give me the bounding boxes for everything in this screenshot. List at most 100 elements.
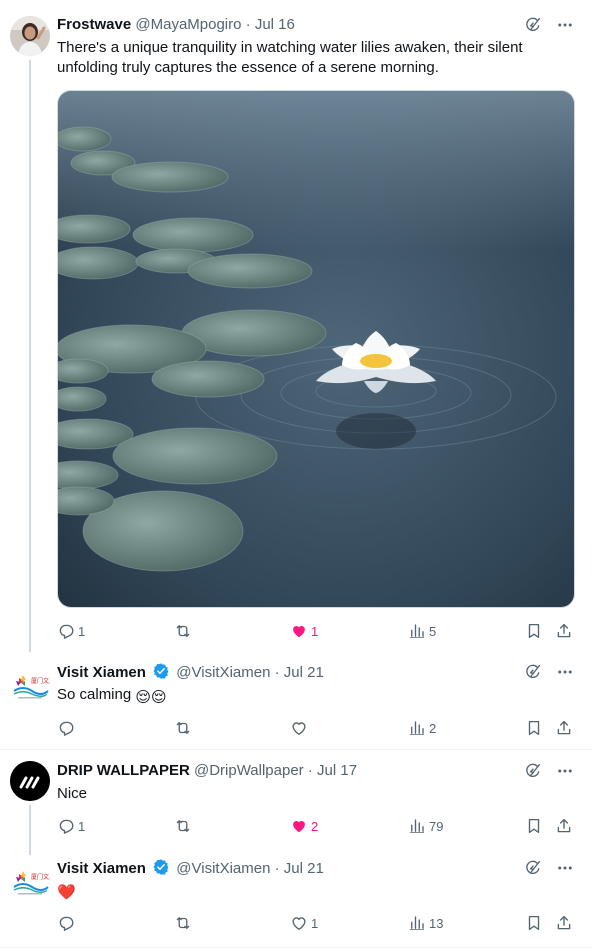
reply-count: 1 [78,623,86,639]
author-handle[interactable]: @MayaMpogiro [135,16,241,33]
author-handle[interactable]: @VisitXiamen [176,860,270,877]
avatar-visitxiamen[interactable]: 厦门文旅 [10,860,50,900]
views-button[interactable]: 2 [408,718,436,738]
more-icon[interactable] [556,859,574,877]
post-header: Visit Xiamen @VisitXiamen · Jul 21 [57,858,522,878]
reply-button[interactable]: 1 [57,621,85,641]
bookmark-button[interactable] [525,913,543,933]
views-icon [408,622,426,640]
share-icon [555,719,573,737]
divider [0,947,592,948]
action-bar: 1 1 5 [57,621,575,641]
avatar-frostwave[interactable] [10,16,50,56]
action-bar: 2 [57,718,575,738]
like-icon [290,622,308,640]
share-button[interactable] [555,913,573,933]
repost-icon [174,719,192,737]
bookmark-button[interactable] [525,621,543,641]
post-date[interactable]: Jul 17 [317,762,357,779]
post-frostwave[interactable]: Frostwave @MayaMpogiro · Jul 16 There's … [0,0,592,652]
views-icon [408,914,426,932]
red-heart-emoji: ❤️ [57,884,76,901]
bookmark-button[interactable] [525,718,543,738]
repost-button[interactable] [174,621,192,641]
post-header: Frostwave @MayaMpogiro · Jul 16 [57,15,522,35]
repost-button[interactable] [174,718,192,738]
post-dripwallpaper[interactable]: DRIP WALLPAPER @DripWallpaper · Jul 17 N… [0,750,592,855]
views-count: 13 [429,915,444,931]
avatar-dripwallpaper[interactable] [10,761,50,801]
bookmark-icon [525,622,543,640]
share-button[interactable] [555,816,573,836]
views-button[interactable]: 79 [408,816,443,836]
share-button[interactable] [555,621,573,641]
views-count: 79 [429,818,444,834]
post-visitxiamen-reply-2[interactable]: 厦门文旅 Visit Xiamen @VisitXiamen · Jul 21 … [0,848,592,948]
share-icon [555,914,573,932]
reply-button[interactable]: 1 [57,816,85,836]
post-date[interactable]: Jul 21 [284,860,324,877]
post-top-icons [524,761,574,781]
like-icon [290,914,308,932]
share-button[interactable] [555,718,573,738]
bookmark-icon [525,719,543,737]
post-top-icons [524,858,574,878]
post-text: There's a unique tranquility in watching… [57,39,523,76]
more-icon[interactable] [556,16,574,34]
repost-button[interactable] [174,913,192,933]
reply-icon [57,817,75,835]
like-icon [290,719,308,737]
more-icon[interactable] [556,663,574,681]
separator: · [274,664,280,681]
svg-text:厦门文旅: 厦门文旅 [31,677,50,685]
avatar-visitxiamen[interactable]: 厦门文旅 [10,664,50,704]
views-button[interactable]: 5 [408,621,436,641]
bookmark-button[interactable] [525,816,543,836]
repost-icon [174,622,192,640]
views-icon [408,817,426,835]
like-button[interactable]: 1 [290,621,318,641]
author-name[interactable]: DRIP WALLPAPER [57,762,190,779]
verified-icon [152,858,170,876]
share-icon [555,622,573,640]
like-button[interactable]: 2 [290,816,318,836]
reply-icon [57,622,75,640]
post-visitxiamen-reply-1[interactable]: 厦门文旅 Visit Xiamen @VisitXiamen · Jul 21 … [0,650,592,750]
like-button[interactable]: 1 [290,913,318,933]
reply-button[interactable] [57,718,75,738]
relieved-face-emoji: 😌😌 [135,689,167,706]
grok-icon[interactable] [524,859,542,877]
svg-text:厦门文旅: 厦门文旅 [31,873,50,881]
action-bar: 1 2 79 [57,816,575,836]
repost-icon [174,914,192,932]
post-top-icons [524,662,574,682]
author-handle[interactable]: @DripWallpaper [194,762,304,779]
post-date[interactable]: Jul 21 [284,664,324,681]
grok-icon[interactable] [524,16,542,34]
repost-button[interactable] [174,816,192,836]
author-name[interactable]: Visit Xiamen [57,860,146,877]
grok-icon[interactable] [524,762,542,780]
like-count: 1 [311,623,319,639]
post-text: ❤️ [57,880,572,903]
like-button[interactable] [290,718,308,738]
post-text: Nice [57,785,88,802]
views-count: 5 [429,623,437,639]
post-date[interactable]: Jul 16 [255,16,295,33]
post-top-icons [524,15,574,35]
reply-icon [57,719,75,737]
separator: · [245,16,251,33]
reply-button[interactable] [57,913,75,933]
bookmark-icon [525,817,543,835]
author-name[interactable]: Frostwave [57,16,131,33]
grok-icon[interactable] [524,663,542,681]
reply-icon [57,914,75,932]
like-count: 1 [311,915,319,931]
post-image[interactable] [57,90,575,608]
share-icon [555,817,573,835]
author-name[interactable]: Visit Xiamen [57,664,146,681]
more-icon[interactable] [556,762,574,780]
author-handle[interactable]: @VisitXiamen [176,664,270,681]
views-button[interactable]: 13 [408,913,443,933]
post-text: So calming 😌😌 [57,685,572,708]
